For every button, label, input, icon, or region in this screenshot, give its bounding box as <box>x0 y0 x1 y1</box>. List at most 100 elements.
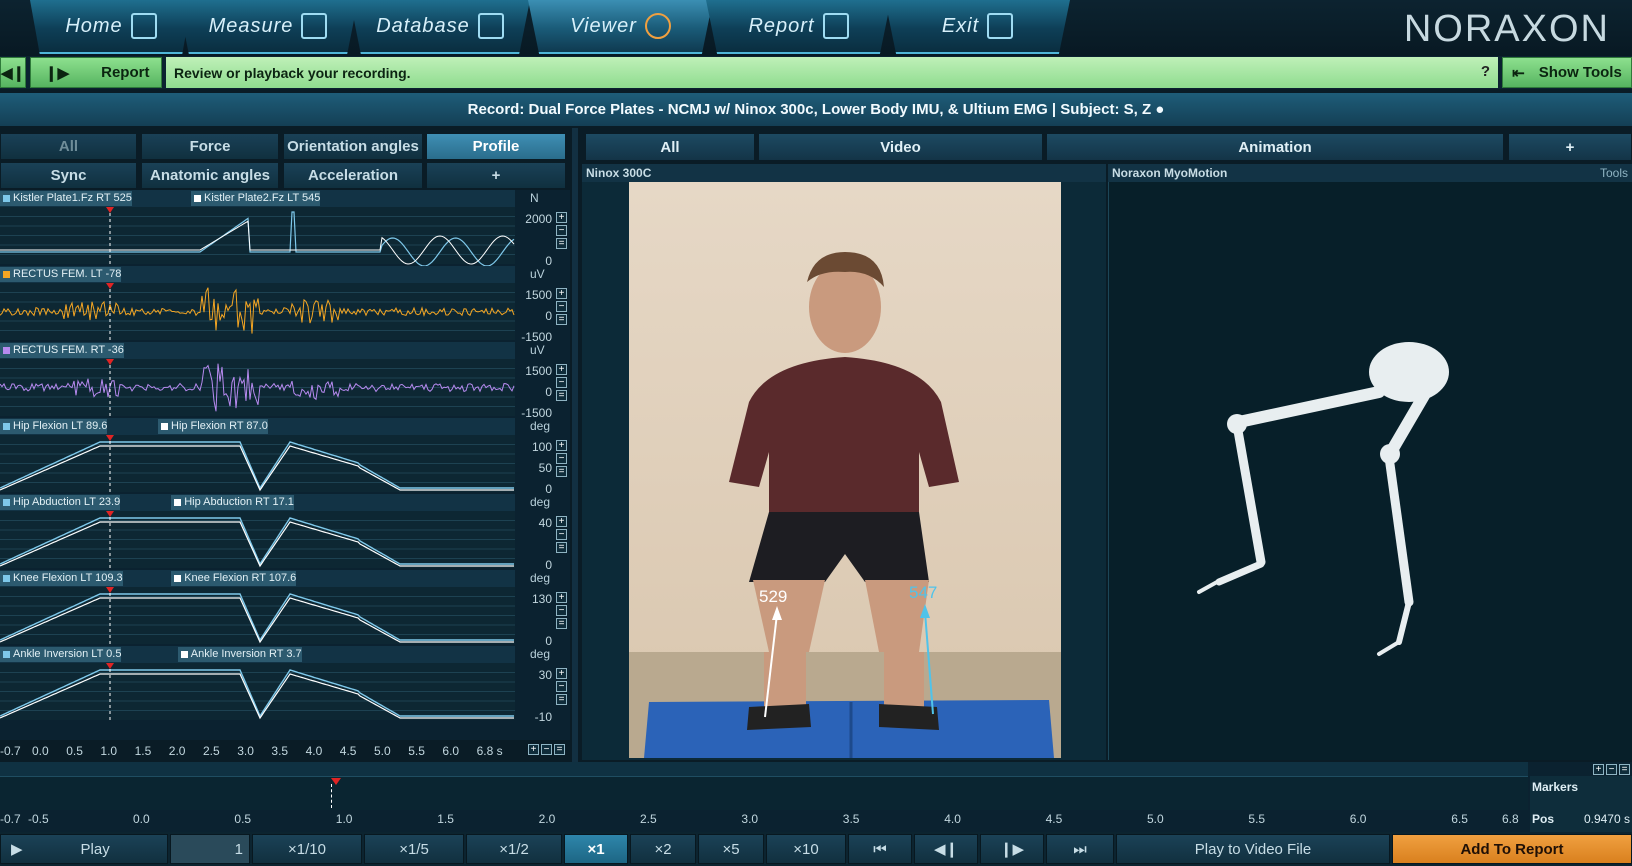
graph-fit-button[interactable]: = <box>556 466 567 477</box>
graph-fit-button[interactable]: = <box>556 238 567 249</box>
tab-force[interactable]: Force <box>141 133 279 160</box>
graph-zoom-out-button[interactable]: − <box>556 681 567 692</box>
timeline-zoom-in-button[interactable]: + <box>1593 764 1604 775</box>
media-tab-animation[interactable]: Animation <box>1046 133 1504 161</box>
channel-label[interactable]: Ankle Inversion LT 0.5 <box>0 647 121 662</box>
graph-zoom-out-button[interactable]: − <box>556 605 567 616</box>
channel-color-swatch <box>161 423 168 430</box>
tab-profile[interactable]: Profile <box>426 133 566 160</box>
channel-label[interactable]: Hip Flexion LT 89.6 <box>0 419 107 434</box>
graph-zoom-out-button[interactable]: − <box>556 529 567 540</box>
channel-label[interactable]: Hip Abduction RT 17.1 <box>171 495 294 510</box>
pos-label: Pos <box>1532 812 1554 826</box>
help-icon[interactable]: ? <box>1481 63 1490 80</box>
graph-zoom-out-button[interactable]: − <box>556 225 567 236</box>
nav-tab-viewer[interactable]: Viewer <box>528 0 713 54</box>
channel-label[interactable]: Hip Flexion RT 87.0 <box>158 419 268 434</box>
report-step-button[interactable]: ❙▶ Report <box>30 57 162 88</box>
nav-tab-report-label: Report <box>748 15 814 38</box>
tab-acceleration[interactable]: Acceleration <box>283 162 423 189</box>
x-tick-label: 5.0 <box>374 744 391 758</box>
tab-orientation-angles[interactable]: Orientation angles <box>283 133 423 160</box>
timeline-fit-button[interactable]: = <box>1619 764 1630 775</box>
step-forward-button[interactable]: ❙▶ <box>980 834 1044 864</box>
speed-1-2-button[interactable]: ×1/2 <box>466 834 562 864</box>
speed-1-5-button[interactable]: ×1/5 <box>364 834 464 864</box>
add-media-tab-button[interactable]: + <box>1508 133 1632 161</box>
channel-label[interactable]: RECTUS FEM. LT -78 <box>0 267 121 282</box>
graph-zoom-out-button[interactable]: − <box>556 377 567 388</box>
graph-zoom-in-button[interactable]: + <box>556 212 567 223</box>
speed-1-button[interactable]: ×1 <box>564 834 628 864</box>
graph-zoom-out-button[interactable]: − <box>556 453 567 464</box>
media-tab-all[interactable]: All <box>585 133 755 161</box>
step-backward-button[interactable]: ◀❙ <box>914 834 978 864</box>
back-button[interactable]: ◀❙ <box>0 57 26 88</box>
timeline[interactable]: Markers Pos 0.9470 s + − = -0.7 -0.5 0.0 0.… <box>0 762 1632 832</box>
graph-fit-button[interactable]: = <box>556 542 567 553</box>
graph-zoom-in-button[interactable]: + <box>556 440 567 451</box>
graph-label-row: Hip Flexion LT 89.6 Hip Flexion RT 87.0 <box>0 418 515 435</box>
channel-label[interactable]: Ankle Inversion RT 3.7 <box>178 647 302 662</box>
graph-fit-button[interactable]: = <box>556 390 567 401</box>
animation-panel-title: Noraxon MyoMotion Tools <box>1108 164 1632 182</box>
y-tick-label: -1500 <box>514 406 552 420</box>
tab-sync[interactable]: Sync <box>0 162 137 189</box>
nav-tab-exit[interactable]: Exit <box>885 0 1070 54</box>
database-icon <box>478 13 504 39</box>
channel-label[interactable]: Kistler Plate1.Fz RT 525 <box>0 191 132 206</box>
graph-fit-button[interactable]: = <box>556 694 567 705</box>
nav-tab-measure[interactable]: Measure <box>178 0 358 54</box>
speed-1-10-button[interactable]: ×1/10 <box>252 834 362 864</box>
x-zoom-out-button[interactable]: − <box>541 744 552 755</box>
nav-tab-home[interactable]: Home <box>30 0 192 54</box>
graph-zoom-in-button[interactable]: + <box>556 364 567 375</box>
video-frame: 529 547 <box>629 182 1061 758</box>
add-graph-tab-button[interactable]: + <box>426 162 566 189</box>
channel-color-swatch <box>174 499 181 506</box>
speed-5-button[interactable]: ×5 <box>698 834 764 864</box>
speed-10-button[interactable]: ×10 <box>766 834 846 864</box>
nav-tab-report[interactable]: Report <box>706 0 891 54</box>
channel-label[interactable]: Kistler Plate2.Fz LT 545 <box>191 191 320 206</box>
graph-fit-button[interactable]: = <box>556 618 567 629</box>
timeline-track[interactable] <box>0 776 1528 810</box>
media-tab-video[interactable]: Video <box>758 133 1043 161</box>
play-button[interactable]: ▶ Play <box>0 834 168 864</box>
channel-label[interactable]: Knee Flexion LT 109.3 <box>0 571 123 586</box>
y-tick-label: 0 <box>514 558 552 572</box>
channel-label[interactable]: Hip Abduction LT 23.9 <box>0 495 120 510</box>
channel-label-text: Ankle Inversion LT 0.5 <box>13 648 121 660</box>
x-zoom-in-button[interactable]: + <box>528 744 539 755</box>
animation-panel-title-text: Noraxon MyoMotion <box>1112 166 1227 180</box>
y-tick-label: -1500 <box>514 330 552 344</box>
panel-splitter[interactable] <box>572 128 578 762</box>
graph-zoom-out-button[interactable]: − <box>556 301 567 312</box>
graph-fit-button[interactable]: = <box>556 314 567 325</box>
nav-tab-exit-label: Exit <box>942 15 979 38</box>
skip-to-start-button[interactable]: ⏮ <box>848 834 912 864</box>
x-fit-button[interactable]: = <box>554 744 565 755</box>
speed-2-button[interactable]: ×2 <box>630 834 696 864</box>
skip-to-end-button[interactable]: ⏭ <box>1046 834 1114 864</box>
play-to-video-file-button[interactable]: Play to Video File <box>1116 834 1390 864</box>
frame-input[interactable]: 1 <box>170 834 250 864</box>
add-to-report-button[interactable]: Add To Report <box>1392 834 1632 864</box>
tab-all-graphs[interactable]: All <box>0 133 137 160</box>
tab-anatomic-angles[interactable]: Anatomic angles <box>141 162 279 189</box>
graph-zoom-in-button[interactable]: + <box>556 516 567 527</box>
playhead-marker[interactable] <box>331 778 341 785</box>
force-left-value: 529 <box>759 587 787 606</box>
x-tick-label: 1.0 <box>100 744 117 758</box>
nav-tab-database[interactable]: Database <box>350 0 530 54</box>
channel-label[interactable]: RECTUS FEM. RT -36 <box>0 343 124 358</box>
show-tools-button[interactable]: ⇤ Show Tools <box>1502 57 1632 88</box>
graph-zoom-in-button[interactable]: + <box>556 592 567 603</box>
graph-zoom-in-button[interactable]: + <box>556 668 567 679</box>
timeline-tick-label: 1.0 <box>336 812 353 826</box>
graph-zoom-in-button[interactable]: + <box>556 288 567 299</box>
channel-label[interactable]: Knee Flexion RT 107.6 <box>171 571 296 586</box>
timeline-zoom-out-button[interactable]: − <box>1606 764 1617 775</box>
timeline-overview-bar[interactable] <box>0 762 1528 776</box>
animation-tools-button[interactable]: Tools <box>1600 164 1628 182</box>
